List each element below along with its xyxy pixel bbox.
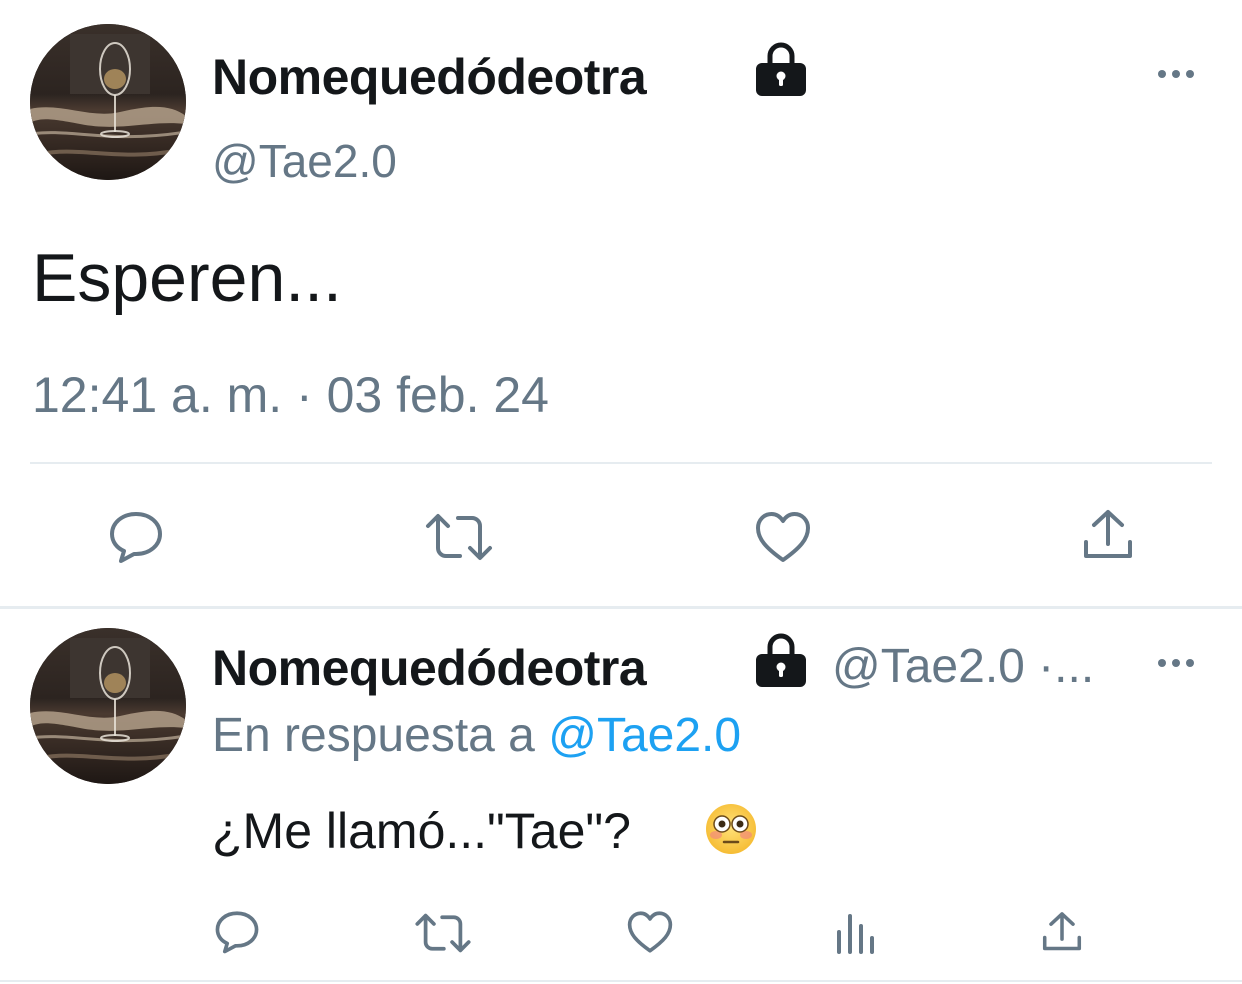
like-icon[interactable]	[754, 510, 812, 564]
more-options-icon[interactable]	[1158, 68, 1202, 80]
replying-to-link[interactable]: @Tae2.0	[548, 709, 741, 762]
timestamp[interactable]: 12:41 a. m. · 03 feb. 24	[32, 370, 549, 420]
reply-icon[interactable]	[214, 910, 260, 954]
analytics-icon[interactable]	[834, 912, 878, 954]
avatar[interactable]	[30, 628, 186, 784]
share-icon[interactable]	[1080, 508, 1136, 562]
handle[interactable]: @Tae2.0	[212, 138, 397, 184]
retweet-icon[interactable]	[414, 912, 472, 954]
avatar[interactable]	[30, 24, 186, 180]
display-name[interactable]: Nomequedódeotra	[212, 643, 647, 693]
reply-text: ¿Me llamó..."Tae"?	[212, 803, 631, 859]
more-options-icon[interactable]	[1158, 657, 1202, 669]
like-icon[interactable]	[626, 910, 674, 954]
share-icon[interactable]	[1040, 910, 1084, 954]
replying-to: En respuesta a @Tae2.0	[212, 712, 741, 760]
section-divider	[0, 606, 1242, 609]
divider	[30, 462, 1212, 464]
lock-icon	[752, 633, 810, 694]
bottom-divider	[0, 980, 1242, 982]
avatar-photo	[30, 24, 186, 180]
flushed-face-emoji	[704, 802, 758, 856]
display-name[interactable]: Nomequedódeotra	[212, 52, 647, 102]
reply-icon[interactable]	[108, 510, 164, 564]
avatar-photo	[30, 628, 186, 784]
replying-to-label: En respuesta a	[212, 709, 549, 762]
retweet-icon[interactable]	[424, 512, 494, 562]
lock-icon	[752, 42, 810, 103]
tweet-text: Esperen...	[32, 240, 342, 316]
handle-and-time[interactable]: @Tae2.0 ·...	[832, 643, 1094, 691]
